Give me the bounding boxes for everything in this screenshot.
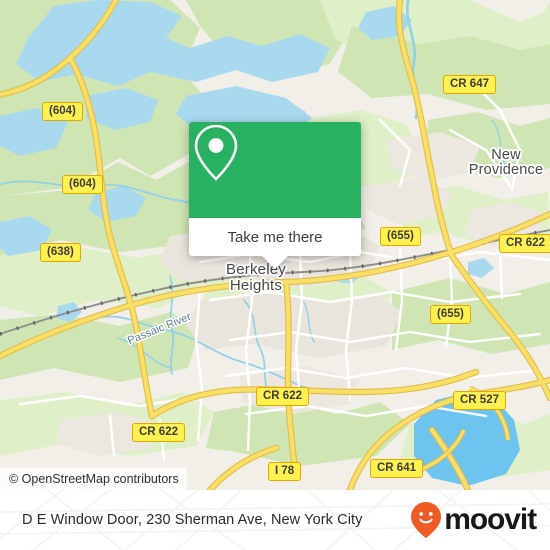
map-pin-icon bbox=[194, 124, 238, 181]
popup-cta-label: Take me there bbox=[227, 228, 323, 246]
road-shield: (638) bbox=[40, 243, 81, 262]
moovit-brand-logo[interactable]: moovit bbox=[410, 501, 537, 539]
road-shield: I 78 bbox=[268, 462, 302, 481]
road-shield: (655) bbox=[380, 227, 421, 246]
road-shield: CR 622 bbox=[132, 423, 185, 442]
road-shield: CR 527 bbox=[453, 391, 506, 410]
road-shield: CR 622 bbox=[499, 234, 550, 253]
road-shield: CR 641 bbox=[370, 459, 423, 478]
location-title: D E Window Door, 230 Sherman Ave, New Yo… bbox=[22, 512, 363, 528]
road-shield: CR 622 bbox=[256, 387, 309, 406]
footer-bar: D E Window Door, 230 Sherman Ave, New Yo… bbox=[0, 490, 550, 550]
map-attribution[interactable]: © OpenStreetMap contributors bbox=[0, 468, 187, 490]
location-popup-card[interactable]: Take me there bbox=[189, 122, 361, 269]
map-attribution-text: © OpenStreetMap contributors bbox=[9, 472, 179, 486]
popup-pointer-tail bbox=[262, 256, 288, 269]
road-shield: (604) bbox=[62, 175, 103, 194]
moovit-brand-wordmark: moovit bbox=[444, 503, 537, 536]
popup-image-area bbox=[189, 122, 361, 218]
road-shield: CR 647 bbox=[443, 75, 496, 94]
map-canvas[interactable]: Berkeley Heights New Providence Passaic … bbox=[0, 0, 550, 490]
popup-cta-button[interactable]: Take me there bbox=[189, 218, 361, 256]
road-shield: (655) bbox=[430, 305, 471, 324]
moovit-smiling-pin-icon bbox=[411, 502, 442, 538]
moovit-map-screenshot: Berkeley Heights New Providence Passaic … bbox=[0, 0, 550, 550]
road-shield: (604) bbox=[42, 102, 83, 121]
